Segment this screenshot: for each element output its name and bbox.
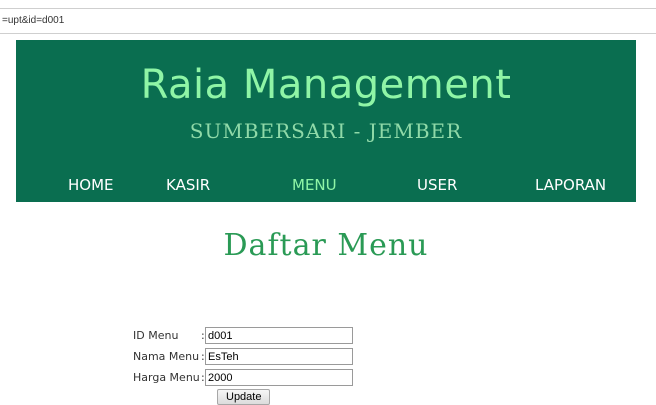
- id-menu-label: ID Menu: [133, 329, 179, 342]
- nama-menu-input[interactable]: [205, 348, 353, 365]
- main-nav: HOME KASIR MENU USER LAPORAN: [16, 176, 636, 198]
- nav-item-laporan[interactable]: LAPORAN: [535, 176, 606, 194]
- harga-menu-label: Harga Menu: [133, 371, 200, 384]
- site-subtitle: SUMBERSARI - JEMBER: [189, 119, 463, 143]
- nav-item-kasir[interactable]: KASIR: [166, 176, 210, 194]
- harga-menu-input[interactable]: [205, 369, 353, 386]
- nama-menu-label: Nama Menu: [133, 350, 200, 363]
- nav-item-user[interactable]: USER: [417, 176, 457, 194]
- page-title: Daftar Menu: [223, 228, 429, 263]
- id-menu-input[interactable]: [205, 327, 353, 344]
- address-bar[interactable]: =upt&id=d001: [0, 8, 656, 34]
- address-url[interactable]: =upt&id=d001: [2, 15, 64, 26]
- site-header: Raia Management SUMBERSARI - JEMBER HOME…: [16, 40, 636, 202]
- site-title: Raia Management: [140, 62, 512, 108]
- update-button[interactable]: Update: [217, 389, 271, 405]
- nav-item-menu[interactable]: MENU: [292, 176, 337, 194]
- nav-item-home[interactable]: HOME: [68, 176, 114, 194]
